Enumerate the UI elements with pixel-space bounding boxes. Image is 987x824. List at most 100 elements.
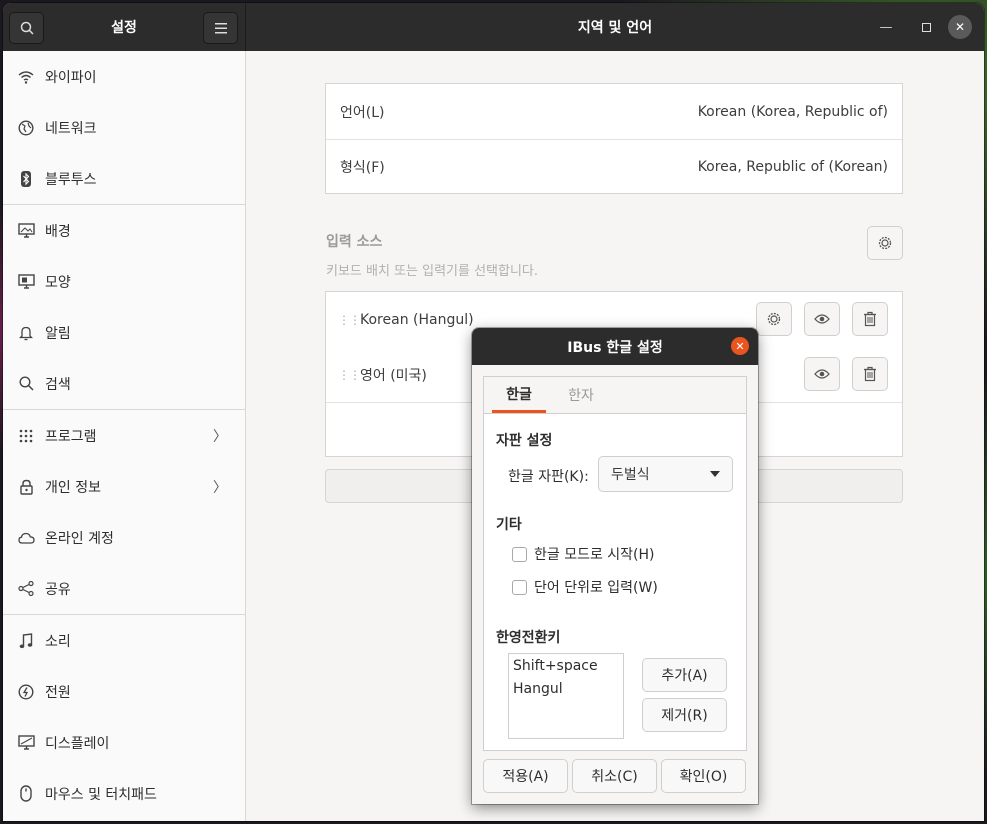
sidebar-item-label: 검색 <box>45 376 71 393</box>
remove-hotkey-button[interactable]: 제거(R) <box>642 698 727 732</box>
input-source-name: Korean (Hangul) <box>360 311 474 328</box>
settings-notebook: 한글 한자 자판 설정 한글 자판(K): 두벌식 기타 한글 모드로 시작(H… <box>483 376 747 751</box>
minimize-button[interactable]: — <box>874 15 898 39</box>
input-sources-options-button[interactable] <box>867 226 903 260</box>
bluetooth-icon <box>17 170 35 188</box>
input-source-remove-button[interactable] <box>852 302 888 336</box>
input-source-view-button[interactable] <box>804 357 840 391</box>
dialog-close-button[interactable]: ✕ <box>731 337 749 355</box>
sidebar-item-applications[interactable]: 프로그램 〉 <box>3 410 245 461</box>
input-sources-title: 입력 소스 <box>326 234 383 250</box>
close-icon: ✕ <box>735 339 745 353</box>
trash-icon <box>864 311 876 327</box>
sidebar-item-label: 디스플레이 <box>45 735 110 752</box>
sidebar-item-mouse[interactable]: 마우스 및 터치패드 <box>3 768 245 819</box>
sidebar-item-appearance[interactable]: 모양 <box>3 256 245 307</box>
tab-hangul[interactable]: 한글 <box>492 377 546 413</box>
sidebar-item-wifi[interactable]: 와이파이 <box>3 51 245 102</box>
background-icon <box>17 222 35 240</box>
search-button[interactable] <box>9 12 44 44</box>
network-icon <box>17 119 35 137</box>
start-hangul-label: 한글 모드로 시작(H) <box>534 547 655 563</box>
sidebar-item-label: 소리 <box>45 633 71 650</box>
formats-row[interactable]: 형식(F) Korea, Republic of (Korean) <box>326 139 902 194</box>
sidebar-item-label: 배경 <box>45 223 71 240</box>
sidebar-item-label: 온라인 계정 <box>45 530 114 547</box>
sidebar-item-privacy[interactable]: 개인 정보 〉 <box>3 461 245 512</box>
close-icon: ✕ <box>954 20 966 34</box>
hotkey-list[interactable]: Shift+space Hangul <box>508 653 624 739</box>
language-row[interactable]: 언어(L) Korean (Korea, Republic of) <box>326 84 902 139</box>
dialog-title: IBus 한글 설정 <box>567 339 663 356</box>
tab-bar: 한글 한자 <box>484 377 746 414</box>
word-commit-label: 단어 단위로 입력(W) <box>534 580 658 596</box>
input-source-settings-button[interactable] <box>756 302 792 336</box>
cancel-button[interactable]: 취소(C) <box>572 759 657 793</box>
wifi-icon <box>17 68 35 86</box>
drag-handle-icon[interactable]: ⋮⋮ <box>338 314 361 326</box>
maximize-button[interactable] <box>914 15 938 39</box>
sidebar-item-bluetooth[interactable]: 블루투스 <box>3 153 245 204</box>
region-frame: 언어(L) Korean (Korea, Republic of) 형식(F) … <box>325 83 903 194</box>
menu-button[interactable] <box>203 12 238 44</box>
window-close-button[interactable]: ✕ <box>948 15 972 39</box>
tab-hanja[interactable]: 한자 <box>554 377 608 413</box>
sidebar-item-label: 알림 <box>45 325 71 342</box>
keyboard-layout-select[interactable]: 두벌식 <box>598 456 733 492</box>
sidebar-item-notifications[interactable]: 알림 <box>3 307 245 358</box>
hamburger-menu-icon <box>214 22 227 33</box>
sidebar-item-network[interactable]: 네트워크 <box>3 102 245 153</box>
eye-icon <box>814 369 830 379</box>
bell-icon <box>17 324 35 342</box>
input-source-view-button[interactable] <box>804 302 840 336</box>
formats-value: Korea, Republic of (Korean) <box>697 159 888 175</box>
list-item[interactable]: Hangul <box>513 681 619 704</box>
drag-handle-icon[interactable]: ⋮⋮ <box>338 369 361 381</box>
start-hangul-checkbox[interactable]: 한글 모드로 시작(H) <box>512 544 655 564</box>
cloud-icon <box>17 529 35 547</box>
sidebar-item-displays[interactable]: 디스플레이 <box>3 717 245 768</box>
trash-icon <box>864 366 876 382</box>
sidebar-item-sharing[interactable]: 공유 <box>3 563 245 614</box>
etc-section-title: 기타 <box>496 517 522 533</box>
header-bar: 설정 지역 및 언어 — ✕ <box>3 3 984 51</box>
lock-icon <box>17 478 35 496</box>
sidebar-item-online-accounts[interactable]: 온라인 계정 <box>3 512 245 563</box>
ibus-hangul-dialog: IBus 한글 설정 ✕ 한글 한자 자판 설정 한글 자판(K): 두벌식 기… <box>472 328 758 804</box>
input-source-remove-button[interactable] <box>852 357 888 391</box>
gear-icon <box>767 312 781 326</box>
chevron-right-icon: 〉 <box>213 479 227 496</box>
language-label: 언어(L) <box>340 104 385 121</box>
sidebar-item-power[interactable]: 전원 <box>3 666 245 717</box>
formats-label: 형식(F) <box>340 160 385 176</box>
sidebar-item-label: 와이파이 <box>45 69 97 86</box>
apply-button[interactable]: 적용(A) <box>483 759 568 793</box>
maximize-icon <box>921 22 931 32</box>
eye-icon <box>814 314 830 324</box>
minimize-icon: — <box>879 19 893 35</box>
layout-label: 한글 자판(K): <box>508 469 589 485</box>
input-sources-subtitle: 키보드 배치 또는 입력기를 선택합니다. <box>326 264 539 279</box>
sidebar-item-search[interactable]: 검색 <box>3 358 245 409</box>
sidebar-item-background[interactable]: 배경 <box>3 205 245 256</box>
checkbox-box[interactable] <box>512 546 527 562</box>
ok-button[interactable]: 확인(O) <box>661 759 746 793</box>
checkbox-box[interactable] <box>512 579 527 595</box>
sidebar-item-label: 네트워크 <box>45 120 97 137</box>
share-icon <box>17 580 35 598</box>
add-hotkey-button[interactable]: 추가(A) <box>642 658 727 692</box>
list-item[interactable]: Shift+space <box>513 658 619 681</box>
sidebar: 와이파이 네트워크 블루투스 배경 모양 알림 검색 프로그램 〉 개인 정보 … <box>3 51 246 821</box>
music-note-icon <box>17 632 35 650</box>
appearance-icon <box>17 273 35 291</box>
search-icon <box>20 21 34 35</box>
input-source-name: 영어 (미국) <box>360 367 427 384</box>
power-icon <box>17 683 35 701</box>
search-icon <box>17 375 35 393</box>
mouse-icon <box>17 785 35 803</box>
sidebar-item-label: 블루투스 <box>45 171 97 188</box>
word-commit-checkbox[interactable]: 단어 단위로 입력(W) <box>512 577 658 597</box>
hotkey-section-title: 한영전환키 <box>496 630 561 646</box>
sidebar-item-sound[interactable]: 소리 <box>3 615 245 666</box>
sidebar-header: 설정 <box>3 3 246 51</box>
